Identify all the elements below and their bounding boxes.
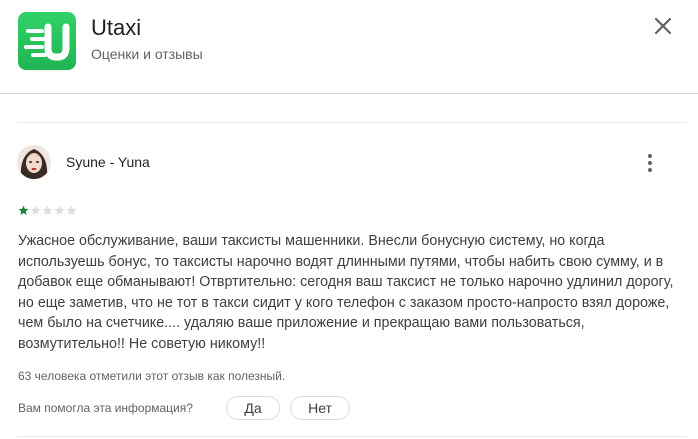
- reviewer-name: Syune - Yuna: [66, 154, 150, 170]
- star-empty-icon: [42, 205, 53, 215]
- header-divider: [0, 93, 698, 94]
- page-subtitle: Оценки и отзывы: [91, 46, 203, 62]
- star-empty-icon: [30, 205, 41, 215]
- helpful-no-button[interactable]: Нет: [290, 396, 350, 420]
- review-text: Ужасное обслуживание, ваши таксисты маше…: [18, 233, 674, 352]
- more-vertical-icon: [648, 154, 652, 172]
- close-button[interactable]: [650, 13, 676, 39]
- divider: [17, 122, 687, 123]
- helpful-count: 63 человека отметили этот отзыв как поле…: [18, 369, 286, 383]
- star-rating: [18, 205, 77, 217]
- star-filled-icon: [18, 205, 29, 215]
- star-empty-icon: [54, 205, 65, 215]
- app-title: Utaxi: [91, 15, 142, 40]
- helpful-yes-button[interactable]: Да: [226, 396, 280, 420]
- close-icon: [654, 17, 672, 35]
- divider: [17, 436, 687, 437]
- app-logo-icon: [18, 12, 76, 70]
- more-options-button[interactable]: [639, 150, 661, 176]
- helpful-question: Вам помогла эта информация?: [18, 401, 193, 415]
- star-empty-icon: [66, 205, 77, 215]
- dialog-header: Utaxi Оценки и отзывы: [0, 0, 698, 94]
- avatar: [17, 145, 51, 179]
